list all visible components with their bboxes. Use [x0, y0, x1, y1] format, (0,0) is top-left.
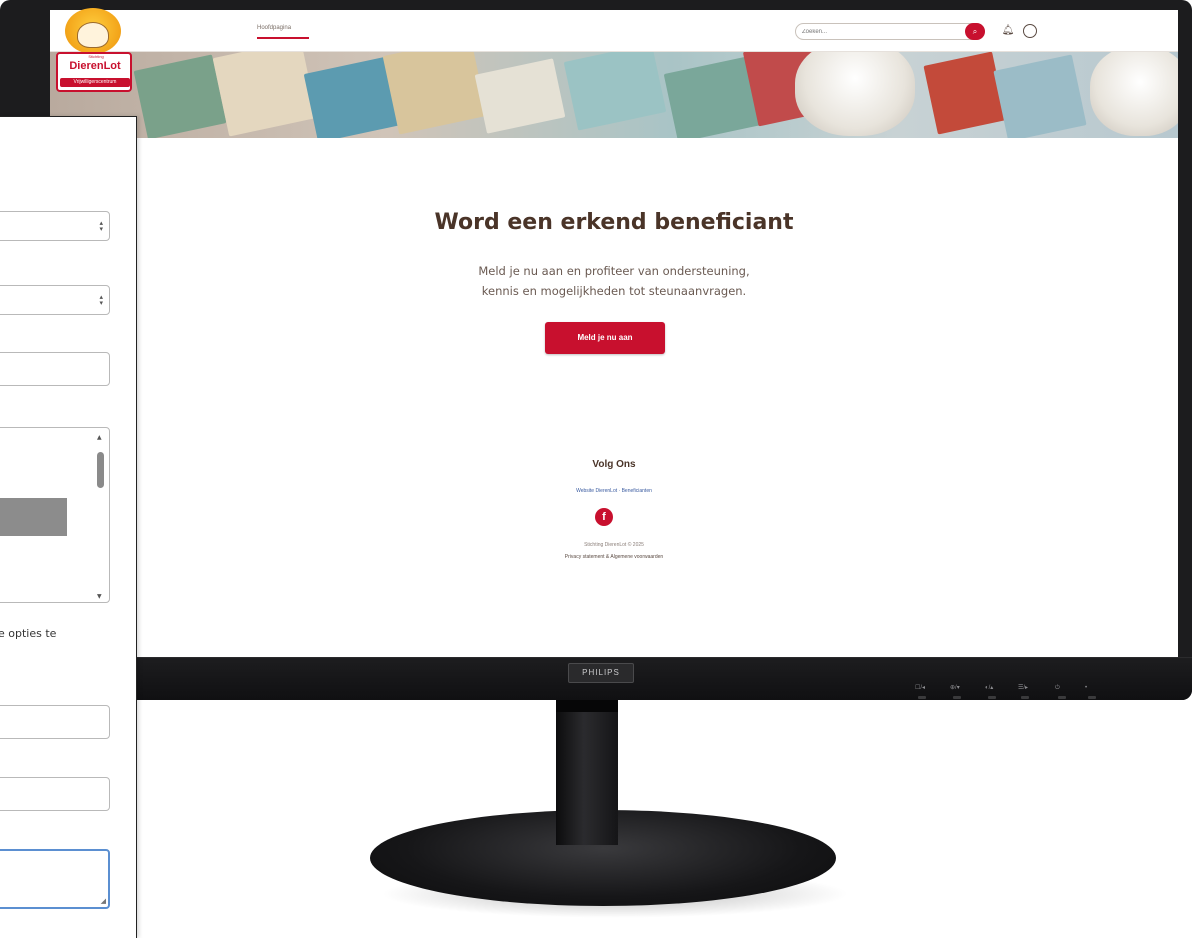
monitor-screen: Hoofdpagina ⌕ 🔔︎	[50, 10, 1178, 657]
register-button[interactable]: Meld je nu aan	[545, 322, 665, 354]
page-title: Word een erkend beneficiant	[434, 210, 794, 235]
logo-subtext: Vrijwilligerscentrum	[60, 78, 130, 87]
multi-select-hint: e opties te	[0, 627, 57, 640]
white-dog-image	[1090, 52, 1178, 136]
page-subtitle-line2: kennis en mogelijkheden tot steunaanvrag…	[481, 284, 747, 298]
scroll-thumb[interactable]	[97, 452, 104, 488]
dierenlot-logo[interactable]: Stichting DierenLot Vrijwilligerscentrum	[53, 6, 135, 96]
page-subtitle: Meld je nu aan en profiteer van onderste…	[404, 261, 824, 301]
multi-select-list[interactable]: ▲ ▼	[0, 427, 110, 603]
logo-plate: Stichting DierenLot Vrijwilligerscentrum	[56, 52, 132, 92]
scroll-up-icon[interactable]: ▲	[97, 434, 102, 441]
spinner-icon: ▴ ▾	[99, 219, 103, 233]
stand-neck	[556, 700, 618, 845]
text-field-3[interactable]	[0, 777, 110, 811]
text-field-1[interactable]	[0, 352, 110, 386]
select-field-1[interactable]: ▴ ▾	[0, 211, 110, 241]
copyright-text: Stichting DierenLot © 2025	[584, 542, 644, 548]
spinner-icon: ▴ ▾	[99, 293, 103, 307]
white-dog-image	[795, 52, 915, 136]
poster-card	[212, 52, 318, 137]
stand-neck-shadow	[556, 700, 618, 712]
hero-banner	[50, 52, 1178, 138]
poster-card	[474, 58, 566, 134]
search-button[interactable]: ⌕	[965, 23, 985, 40]
nav-active-indicator	[257, 37, 309, 39]
logo-animal-icon	[77, 22, 109, 48]
logo-name: DierenLot	[69, 60, 121, 72]
photo-stage: Hoofdpagina ⌕ 🔔︎	[0, 0, 1194, 938]
poster-card	[923, 52, 1007, 135]
poster-card	[382, 52, 488, 135]
textarea-field[interactable]: ◢	[0, 849, 110, 909]
follow-title: Volg Ons	[592, 459, 636, 470]
nav-home-link[interactable]: Hoofdpagina	[257, 25, 291, 31]
footer-links[interactable]: Website DierenLot · Beneficianten	[50, 488, 1178, 494]
legal-links[interactable]: Privacy statement & Algemene voorwaarden	[50, 554, 1178, 560]
facebook-icon[interactable]: f	[595, 508, 613, 526]
text-field-2[interactable]	[0, 705, 110, 739]
monitor-indicator-led: •	[1085, 682, 1097, 699]
poster-card	[993, 54, 1087, 138]
form-panel: ▴ ▾ ▴ ▾ ▲ ▼ e opties te ◢	[0, 116, 137, 938]
bell-icon[interactable]: 🔔︎	[1001, 24, 1015, 38]
poster-card	[563, 52, 667, 131]
monitor-control[interactable]: ☰/▸	[1018, 682, 1030, 699]
search-icon: ⌕	[972, 27, 978, 36]
list-item-selected[interactable]	[0, 498, 67, 536]
search-input[interactable]	[802, 26, 952, 37]
page-subtitle-line1: Meld je nu aan en profiteer van onderste…	[478, 264, 750, 278]
logo-top-text: Stichting	[88, 54, 104, 59]
search-box[interactable]: ⌕	[795, 23, 985, 40]
monitor-bezel: Hoofdpagina ⌕ 🔔︎	[0, 0, 1192, 700]
scroll-down-icon[interactable]: ▼	[97, 593, 102, 600]
monitor-power-button[interactable]: ⏻	[1055, 682, 1066, 699]
monitor-control[interactable]: ☐/◂	[915, 682, 927, 699]
monitor-control[interactable]: ⊕/▾	[950, 682, 961, 699]
resize-handle-icon[interactable]: ◢	[101, 897, 106, 905]
select-field-2[interactable]: ▴ ▾	[0, 285, 110, 315]
list-scrollbar[interactable]: ▲ ▼	[95, 430, 107, 600]
monitor-brand-label: PHILIPS	[568, 663, 634, 683]
monitor-control[interactable]: ◐/▴	[985, 682, 997, 699]
site-header: Hoofdpagina ⌕ 🔔︎	[50, 10, 1178, 52]
user-icon[interactable]	[1023, 24, 1037, 38]
poster-card	[133, 54, 227, 138]
